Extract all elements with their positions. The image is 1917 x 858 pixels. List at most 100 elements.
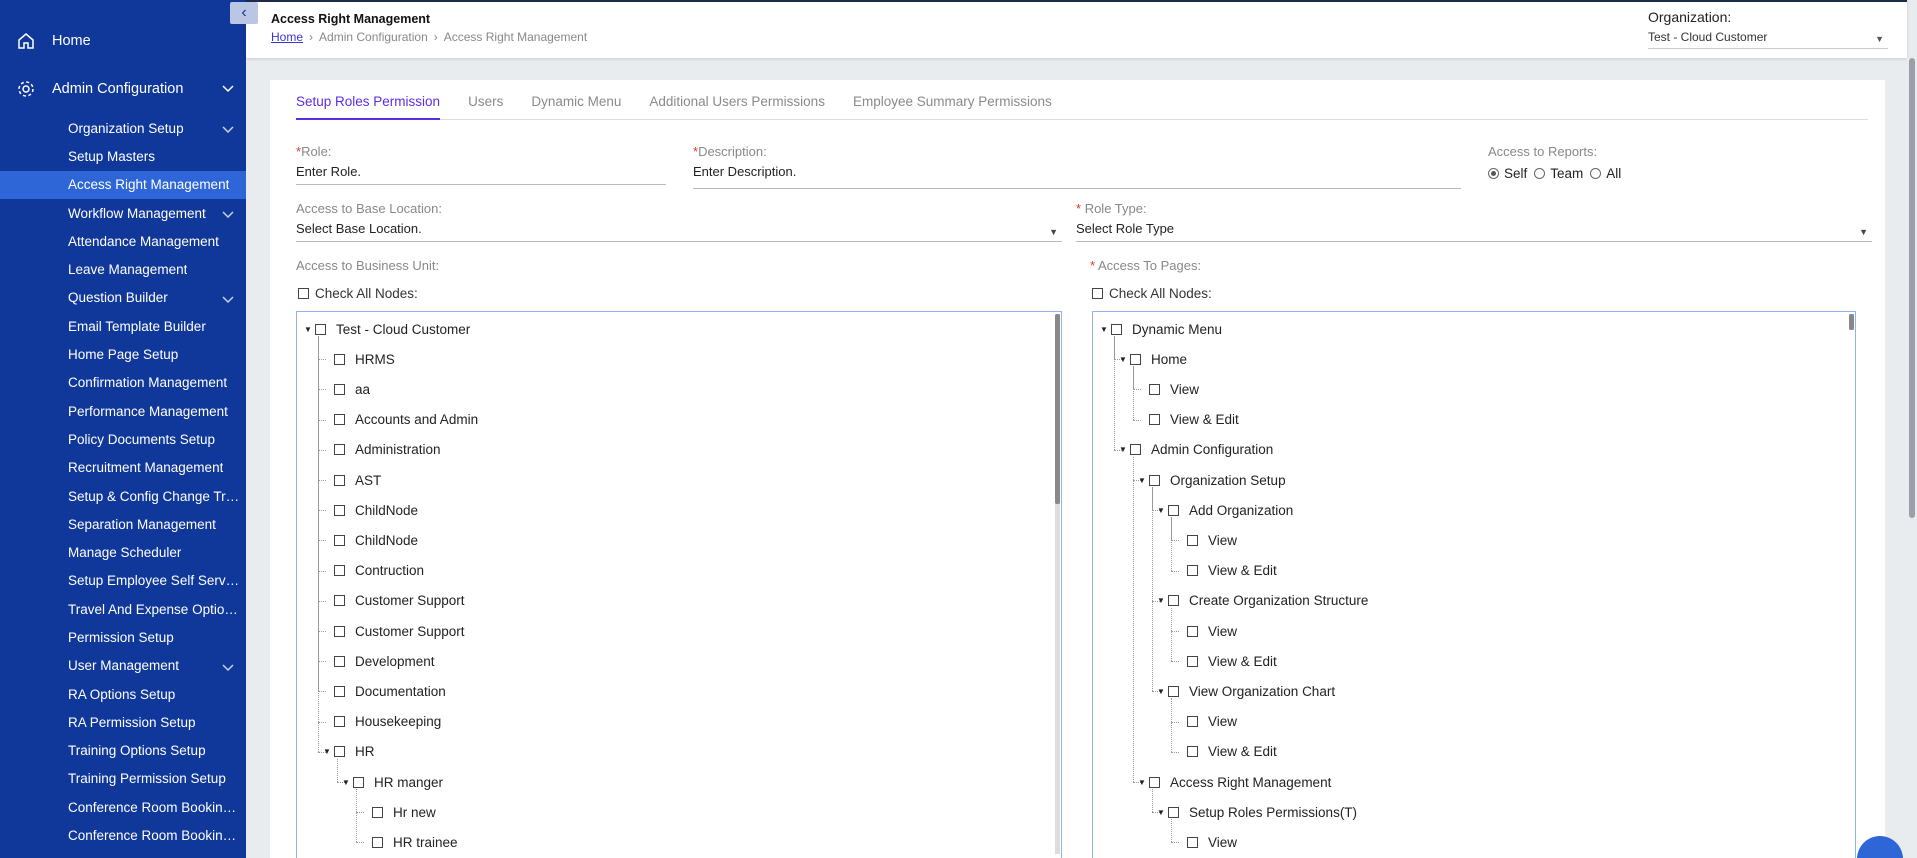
sidebar-item[interactable]: Leave Management: [0, 255, 246, 283]
bu-tree-scrollbar[interactable]: [1055, 314, 1060, 854]
tree-node[interactable]: aa: [322, 374, 370, 404]
caret-down-icon[interactable]: ▼: [303, 325, 313, 334]
tree-node-checkbox[interactable]: [372, 836, 383, 848]
tree-node[interactable]: View: [1137, 374, 1199, 404]
nav-admin-configuration[interactable]: Admin Configuration: [0, 67, 246, 111]
sidebar-item[interactable]: Setup Employee Self Service: [0, 567, 246, 595]
caret-down-icon[interactable]: ▼: [1137, 476, 1147, 485]
tree-node[interactable]: ▼ Home: [1118, 344, 1187, 374]
tree-node[interactable]: Contruction: [322, 556, 424, 586]
sidebar-item[interactable]: Policy Documents Setup: [0, 425, 246, 453]
tree-node[interactable]: ▼ Access Right Management: [1137, 767, 1331, 797]
sidebar-item[interactable]: Attendance Management: [0, 227, 246, 255]
sidebar-item[interactable]: Workflow Management: [0, 199, 246, 227]
breadcrumb-home-link[interactable]: Home: [271, 30, 303, 44]
caret-down-icon[interactable]: ▼: [1156, 506, 1166, 515]
tree-node-checkbox[interactable]: [315, 323, 326, 335]
tab-employee-summary-permissions[interactable]: Employee Summary Permissions: [853, 80, 1052, 120]
tab-setup-roles-permission[interactable]: Setup Roles Permission: [296, 80, 441, 120]
sidebar-item[interactable]: RA Options Setup: [0, 680, 246, 708]
sidebar-item[interactable]: Training Permission Setup: [0, 765, 246, 793]
base-location-select[interactable]: Select Base Location. ▼: [296, 221, 1062, 242]
tree-node[interactable]: View: [1175, 525, 1237, 555]
tree-node[interactable]: Development: [322, 646, 435, 676]
tree-node-checkbox[interactable]: [1111, 323, 1122, 335]
sidebar-item[interactable]: Manage Scheduler: [0, 538, 246, 566]
tab-dynamic-menu[interactable]: Dynamic Menu: [531, 80, 621, 120]
tree-node-checkbox[interactable]: [1187, 534, 1198, 546]
tree-node-checkbox[interactable]: [1187, 836, 1198, 848]
tree-node[interactable]: ▼ Dynamic Menu: [1099, 314, 1222, 344]
tree-node[interactable]: Hr new: [360, 797, 436, 827]
sidebar-item[interactable]: User Management: [0, 652, 246, 680]
tree-node-checkbox[interactable]: [1168, 595, 1179, 607]
sidebar-item[interactable]: Email Template Builder: [0, 312, 246, 340]
tree-node-checkbox[interactable]: [1187, 655, 1198, 667]
tree-node[interactable]: Housekeeping: [322, 707, 441, 737]
organization-selector[interactable]: Organization: Test - Cloud Customer ▼: [1648, 9, 1888, 49]
tree-node[interactable]: ChildNode: [322, 495, 418, 525]
tree-node[interactable]: Customer Support: [322, 586, 465, 616]
sidebar-item[interactable]: Setup Masters: [0, 142, 246, 170]
pages-tree-scrollbar-thumb[interactable]: [1849, 314, 1854, 330]
caret-down-icon[interactable]: ▼: [1156, 596, 1166, 605]
tree-node-checkbox[interactable]: [1168, 504, 1179, 516]
tree-node-checkbox[interactable]: [1168, 685, 1179, 697]
sidebar-item[interactable]: Performance Management: [0, 397, 246, 425]
caret-down-icon[interactable]: ▼: [322, 747, 332, 756]
tree-node[interactable]: View & Edit: [1175, 556, 1277, 586]
sidebar-item[interactable]: Travel And Expense Option...: [0, 595, 246, 623]
tree-node[interactable]: ▼ Admin Configuration: [1118, 435, 1273, 465]
caret-down-icon[interactable]: ▼: [1156, 687, 1166, 696]
tree-node-checkbox[interactable]: [1149, 474, 1160, 486]
tree-node[interactable]: ▼ Add Organization: [1156, 495, 1293, 525]
tree-node-checkbox[interactable]: [1187, 746, 1198, 758]
radio-team[interactable]: [1534, 168, 1546, 179]
organization-select[interactable]: Test - Cloud Customer ▼: [1648, 30, 1888, 49]
tree-node[interactable]: ▼ HR: [322, 737, 374, 767]
sidebar-item[interactable]: RA Permission Setup: [0, 708, 246, 736]
tree-node-checkbox[interactable]: [334, 625, 345, 637]
role-input[interactable]: Enter Role.: [296, 164, 666, 185]
tree-node-checkbox[interactable]: [1187, 625, 1198, 637]
tree-node-checkbox[interactable]: [334, 746, 345, 758]
sidebar-item[interactable]: Separation Management: [0, 510, 246, 538]
tree-node[interactable]: View & Edit: [1175, 737, 1277, 767]
tree-node[interactable]: View: [1175, 616, 1237, 646]
tree-node-checkbox[interactable]: [334, 474, 345, 486]
sidebar-item[interactable]: Setup & Config Change Trac...: [0, 482, 246, 510]
bu-tree-scrollbar-thumb[interactable]: [1055, 314, 1060, 504]
bu-check-all[interactable]: Check All Nodes:: [298, 286, 418, 301]
tree-node-checkbox[interactable]: [334, 383, 345, 395]
tree-node-checkbox[interactable]: [1168, 806, 1179, 818]
tree-node-checkbox[interactable]: [334, 504, 345, 516]
radio-self[interactable]: [1488, 168, 1499, 179]
page-scrollbar-thumb[interactable]: [1909, 58, 1915, 518]
tree-node-checkbox[interactable]: [353, 776, 364, 788]
tree-node[interactable]: AST: [322, 465, 381, 495]
description-input[interactable]: Enter Description.: [693, 164, 1461, 189]
tree-node-checkbox[interactable]: [1130, 353, 1141, 365]
bu-check-all-checkbox[interactable]: [298, 288, 309, 299]
tree-node-checkbox[interactable]: [334, 565, 345, 577]
radio-all[interactable]: [1590, 168, 1602, 179]
tree-node[interactable]: ▼ View Organization Chart: [1156, 676, 1335, 706]
tree-node[interactable]: View: [1175, 827, 1237, 857]
tree-node-checkbox[interactable]: [334, 353, 345, 365]
tree-node[interactable]: View: [1175, 707, 1237, 737]
tree-node[interactable]: View & Edit: [1137, 405, 1239, 435]
tree-node-checkbox[interactable]: [334, 414, 345, 426]
collapse-sidebar-button[interactable]: ‹: [230, 2, 258, 24]
tree-node-checkbox[interactable]: [1149, 383, 1160, 395]
caret-down-icon[interactable]: ▼: [341, 778, 351, 787]
tree-node-checkbox[interactable]: [1149, 414, 1160, 426]
sidebar-item[interactable]: Home Page Setup: [0, 340, 246, 368]
tree-node-checkbox[interactable]: [1149, 776, 1160, 788]
tree-node-checkbox[interactable]: [334, 655, 345, 667]
tree-node[interactable]: ▼ Create Organization Structure: [1156, 586, 1368, 616]
tree-node[interactable]: HRMS: [322, 344, 395, 374]
tree-node-checkbox[interactable]: [372, 806, 383, 818]
sidebar-item[interactable]: Conference Room Booking ...: [0, 793, 246, 821]
tree-node-checkbox[interactable]: [334, 685, 345, 697]
pages-check-all-checkbox[interactable]: [1092, 288, 1103, 299]
